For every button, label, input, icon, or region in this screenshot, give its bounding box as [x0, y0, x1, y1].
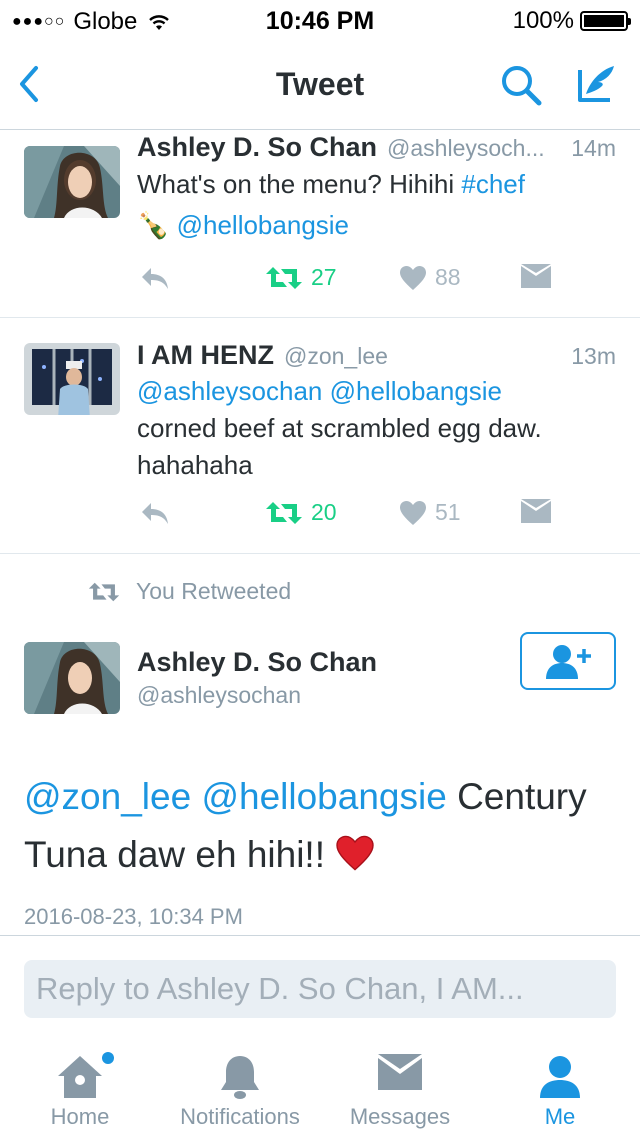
tab-label: Messages: [349, 1104, 451, 1129]
hashtag-link[interactable]: #chef: [461, 169, 525, 199]
tweet-time: 13m: [571, 343, 616, 369]
tab-notifications[interactable]: Notifications: [160, 1040, 320, 1136]
like-count: 88: [435, 264, 461, 290]
tab-me[interactable]: Me: [480, 1040, 640, 1136]
mention-links[interactable]: @ashleysochan @hellobangsie: [137, 373, 616, 410]
page-title: Tweet: [275, 66, 365, 102]
retweet-banner-label: You Retweeted: [136, 578, 292, 604]
add-user-icon: [546, 645, 591, 679]
bell-icon: [221, 1056, 259, 1099]
dm-action[interactable]: [521, 264, 551, 288]
retweet-icon: [88, 582, 120, 601]
retweet-icon: [266, 266, 302, 289]
avatar[interactable]: [24, 146, 120, 218]
like-action[interactable]: 51: [399, 499, 461, 526]
reply-icon: [142, 503, 168, 524]
author-handle[interactable]: @zon_lee: [284, 343, 561, 370]
tweet-line: 🍾 @hellobangsie: [137, 205, 616, 246]
battery-icon: [580, 11, 631, 31]
author-handle[interactable]: @ashleysochan: [137, 682, 301, 709]
retweet-action[interactable]: 27: [265, 264, 337, 291]
tab-bar: Home Notifications Messages Me: [0, 1040, 640, 1136]
tweet-time: 14m: [571, 135, 616, 161]
avatar[interactable]: [24, 642, 120, 714]
status-bar: ●●●○○ Globe 10:46 PM 100%: [0, 0, 640, 40]
tweet-text-part: Century: [446, 776, 587, 817]
battery-fill: [584, 15, 624, 27]
mention-link[interactable]: @hellobangsie: [177, 210, 349, 240]
tweet-header: I AM HENZ @zon_lee 13m: [137, 340, 616, 371]
tweet-text: @ashleysochan @hellobangsie corned beef …: [137, 373, 616, 484]
search-icon[interactable]: [498, 62, 544, 108]
tab-icon-wrap: [0, 1054, 160, 1100]
champagne-emoji: 🍾: [137, 210, 170, 240]
compose-icon[interactable]: [572, 60, 620, 108]
tab-icon-wrap: [480, 1054, 640, 1100]
tweet-actions: 20 51: [137, 499, 577, 533]
heart-emoji: [335, 834, 375, 875]
retweet-action[interactable]: 20: [265, 499, 337, 526]
tweet-text-part: What's on the menu? Hihihi: [137, 169, 462, 199]
follow-button[interactable]: [520, 632, 616, 690]
battery-percent: 100%: [512, 7, 574, 34]
main-tweet-line: Tuna daw eh hihi!!: [24, 826, 616, 884]
author-handle[interactable]: @ashleysoch...: [387, 135, 561, 162]
author-name[interactable]: Ashley D. So Chan: [137, 132, 377, 163]
tweet-actions: 27 88: [137, 264, 577, 298]
reply-tweet[interactable]: I AM HENZ @zon_lee 13m @ashleysochan @he…: [0, 318, 640, 554]
mention-link[interactable]: @zon_lee: [24, 776, 191, 817]
status-right: 100%: [512, 7, 631, 35]
reply-tweet[interactable]: Ashley D. So Chan @ashleysoch... 14m Wha…: [0, 130, 640, 318]
retweet-count: 20: [311, 499, 337, 525]
tweet-text: What's on the menu? Hihihi #chef 🍾 @hell…: [137, 164, 616, 246]
author-name[interactable]: I AM HENZ: [137, 340, 274, 371]
tab-icon-wrap: [160, 1054, 320, 1100]
tab-label: Home: [50, 1104, 110, 1129]
reply-input[interactable]: [24, 960, 616, 1018]
tab-label: Me: [544, 1104, 576, 1129]
main-tweet-text: @zon_lee @hellobangsie Century Tuna daw …: [24, 768, 616, 884]
main-tweet: Ashley D. So Chan @ashleysochan @zon_lee…: [0, 610, 640, 936]
tab-icon-wrap: [320, 1054, 480, 1100]
main-tweet-line: @zon_lee @hellobangsie Century: [24, 768, 616, 826]
like-action[interactable]: 88: [399, 264, 461, 291]
dm-action[interactable]: [521, 499, 551, 523]
reply-action[interactable]: [139, 499, 171, 527]
person-icon: [540, 1056, 580, 1098]
tweet-line: What's on the menu? Hihihi #chef: [137, 164, 616, 205]
mention-link[interactable]: @hellobangsie: [201, 776, 446, 817]
reply-area: [0, 936, 640, 1036]
heart-icon: [400, 265, 426, 290]
tweet-date: 2016-08-23, 10:34 PM: [24, 904, 243, 929]
home-icon: [58, 1056, 102, 1098]
tab-label: Notifications: [180, 1104, 300, 1129]
reply-action[interactable]: [139, 264, 171, 292]
retweet-count: 27: [311, 264, 337, 290]
retweet-banner: You Retweeted: [88, 578, 291, 605]
envelope-icon: [521, 264, 551, 288]
tab-home[interactable]: Home: [0, 1040, 160, 1136]
notification-badge-dot: [102, 1052, 114, 1064]
retweet-icon: [266, 501, 302, 524]
avatar[interactable]: [24, 343, 120, 415]
tweet-line: hahahaha: [137, 450, 253, 480]
like-count: 51: [435, 499, 461, 525]
envelope-icon: [378, 1054, 422, 1090]
tweet-line: corned beef at scrambled egg daw.: [137, 413, 542, 443]
nav-bar: Tweet: [0, 40, 640, 130]
author-name[interactable]: Ashley D. So Chan: [137, 647, 377, 678]
tweet-text-part: Tuna daw eh hihi!!: [24, 834, 336, 875]
tweet-header: Ashley D. So Chan @ashleysoch... 14m: [137, 132, 616, 163]
envelope-icon: [521, 499, 551, 523]
reply-icon: [142, 268, 168, 289]
tab-messages[interactable]: Messages: [320, 1040, 480, 1136]
heart-icon: [400, 500, 426, 525]
